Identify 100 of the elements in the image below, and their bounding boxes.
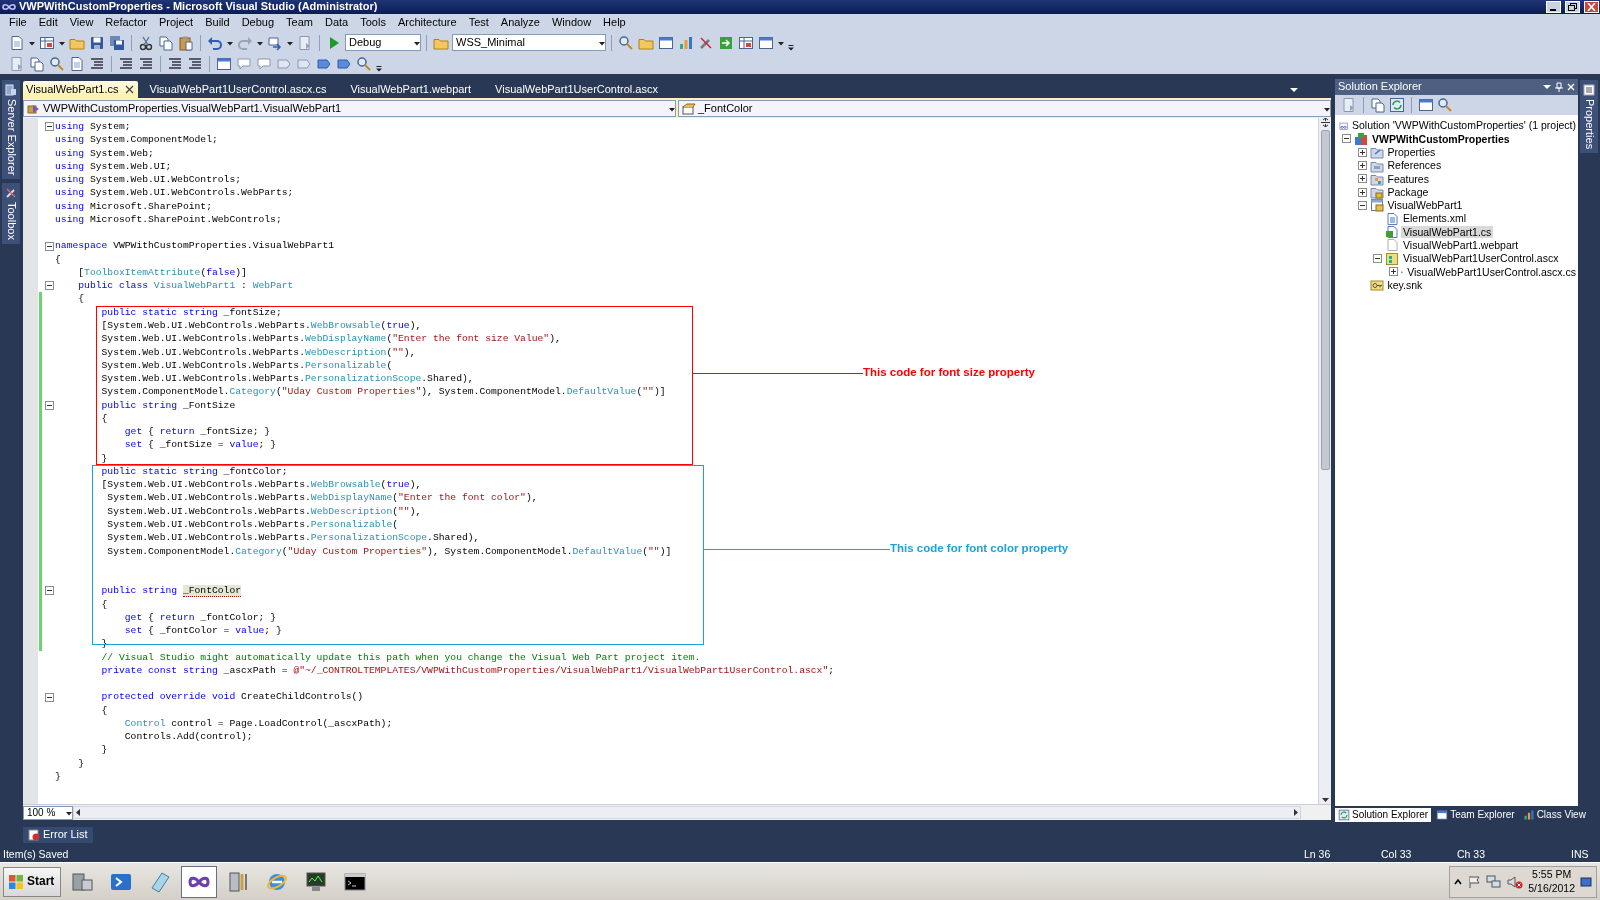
member-dropdown[interactable]: _FontColor xyxy=(678,100,1331,117)
tree-item[interactable]: VisualWebPart1UserControl.ascx.cs xyxy=(1405,265,1578,279)
flag-icon[interactable] xyxy=(1467,874,1482,889)
grid-icon[interactable] xyxy=(738,34,754,51)
search-icon[interactable] xyxy=(618,34,634,51)
expand-icon[interactable] xyxy=(1357,174,1367,184)
search-icon[interactable] xyxy=(49,55,65,72)
tree-item[interactable]: Elements.xml xyxy=(1401,212,1468,225)
window-icon[interactable] xyxy=(658,34,674,51)
scroll-thumb[interactable] xyxy=(1320,130,1330,470)
arrow-icon[interactable] xyxy=(267,34,283,51)
document-tab[interactable]: VisualWebPart1.webpart xyxy=(338,81,484,98)
collapse-icon[interactable] xyxy=(1373,254,1382,264)
menu-item[interactable]: Team xyxy=(280,16,319,30)
restore-button[interactable] xyxy=(1565,1,1580,13)
copy-icon[interactable] xyxy=(29,55,45,72)
panel-tab[interactable]: Solution Explorer xyxy=(1335,808,1432,822)
clipboard-icon[interactable] xyxy=(178,34,194,51)
collapse-icon[interactable] xyxy=(45,122,54,132)
lines-icon[interactable] xyxy=(187,55,203,72)
menu-item[interactable]: Test xyxy=(462,16,495,30)
menu-item[interactable]: File xyxy=(3,16,33,30)
configuration-dropdown[interactable]: Debug xyxy=(345,34,421,51)
pin-icon[interactable] xyxy=(1555,82,1563,92)
side-tab[interactable]: Server Explorer xyxy=(2,80,20,180)
menu-item[interactable]: Project xyxy=(152,16,200,30)
clock-time[interactable]: 5:55 PM xyxy=(1532,868,1572,882)
collapse-icon[interactable] xyxy=(1342,134,1351,144)
clock-date[interactable]: 5/16/2012 xyxy=(1528,881,1575,895)
tree-item[interactable]: Solution 'VWPWithCustomProperties' (1 project) xyxy=(1350,119,1578,132)
menu-item[interactable]: Debug xyxy=(235,16,281,30)
lines-icon[interactable] xyxy=(138,55,154,72)
arrow-icon[interactable] xyxy=(1320,796,1330,804)
vertical-scrollbar[interactable] xyxy=(1318,118,1331,804)
chart-icon[interactable] xyxy=(678,34,694,51)
collapse-icon[interactable] xyxy=(45,586,54,596)
menu-item[interactable]: View xyxy=(63,16,100,30)
copy-icon[interactable] xyxy=(158,34,174,51)
start-button[interactable]: Start xyxy=(3,866,62,897)
show-desktop-icon[interactable] xyxy=(1580,874,1592,889)
lines-icon[interactable] xyxy=(89,55,105,72)
close-icon[interactable] xyxy=(124,85,134,94)
lines-icon[interactable] xyxy=(167,55,183,72)
expand-icon[interactable] xyxy=(1357,147,1367,157)
tree-item[interactable]: VisualWebPart1 xyxy=(1385,199,1465,212)
menu-item[interactable]: Data xyxy=(319,16,355,30)
menu-item[interactable]: Build xyxy=(199,16,236,30)
menu-item[interactable]: Window xyxy=(545,16,598,30)
splitter-icon[interactable] xyxy=(1320,118,1330,127)
minimize-button[interactable] xyxy=(1546,1,1561,13)
tree-item[interactable]: VWPWithCustomProperties xyxy=(1370,132,1512,146)
zoom-dropdown[interactable]: 100 % xyxy=(23,805,73,820)
search-icon[interactable] xyxy=(356,55,372,72)
menu-item[interactable]: Tools xyxy=(354,16,392,30)
document-icon[interactable] xyxy=(69,55,85,72)
document-icon[interactable] xyxy=(9,34,25,51)
speaker-muted-icon[interactable] xyxy=(1507,874,1524,889)
lines-icon[interactable] xyxy=(118,55,134,72)
tree-item[interactable]: VisualWebPart1.cs xyxy=(1401,225,1494,239)
caret-icon[interactable] xyxy=(1543,83,1551,91)
collapse-icon[interactable] xyxy=(45,400,54,410)
collapse-icon[interactable] xyxy=(45,241,54,251)
chevron-icon[interactable] xyxy=(1454,877,1463,886)
save-icon[interactable] xyxy=(89,34,105,51)
window-icon[interactable] xyxy=(758,34,774,51)
side-tab[interactable]: Properties xyxy=(1580,80,1598,154)
side-tab[interactable]: Toolbox xyxy=(2,183,20,245)
menu-item[interactable]: Refactor xyxy=(99,16,153,30)
horizontal-scrollbar[interactable] xyxy=(73,806,1301,819)
grid-icon[interactable] xyxy=(39,34,55,51)
arrow-icon[interactable] xyxy=(74,808,82,817)
platform-dropdown[interactable]: WSS_Minimal xyxy=(452,34,606,51)
type-dropdown[interactable]: VWPWithCustomProperties.VisualWebPart1.VisualWebPart1 xyxy=(23,100,676,117)
error-list-tab[interactable]: Error List xyxy=(23,827,93,843)
collapse-icon[interactable] xyxy=(1357,200,1367,210)
copy-icon[interactable] xyxy=(1370,97,1386,113)
menu-item[interactable]: Analyze xyxy=(494,16,546,30)
refresh-icon[interactable] xyxy=(1389,97,1405,113)
panel-tab[interactable]: Class View xyxy=(1519,808,1589,822)
network-icon[interactable] xyxy=(1486,874,1503,889)
window-icon[interactable] xyxy=(1418,97,1434,113)
expand-icon[interactable] xyxy=(1357,187,1367,197)
panel-tab[interactable]: Team Explorer xyxy=(1433,808,1518,822)
expand-icon[interactable] xyxy=(1388,267,1398,277)
tree-item[interactable]: VisualWebPart1.webpart xyxy=(1401,239,1521,252)
search-icon[interactable] xyxy=(1437,97,1453,113)
taskbar-app[interactable] xyxy=(181,865,218,898)
arrow-icon[interactable] xyxy=(1292,808,1300,817)
tree-item[interactable]: Features xyxy=(1385,172,1431,186)
tree-item[interactable]: key.snk xyxy=(1385,278,1425,292)
close-button[interactable] xyxy=(1584,1,1599,13)
tree-item[interactable]: Package xyxy=(1385,185,1431,199)
menu-item[interactable]: Edit xyxy=(32,16,64,30)
save-all-icon[interactable] xyxy=(109,34,125,51)
document-tab[interactable]: VisualWebPart1UserControl.ascx.cs xyxy=(137,81,339,98)
tools-icon[interactable] xyxy=(698,34,714,51)
collapse-icon[interactable] xyxy=(45,281,54,291)
menu-item[interactable]: Help xyxy=(597,16,632,30)
expand-icon[interactable] xyxy=(1357,161,1367,171)
tree-item[interactable]: References xyxy=(1385,159,1444,172)
